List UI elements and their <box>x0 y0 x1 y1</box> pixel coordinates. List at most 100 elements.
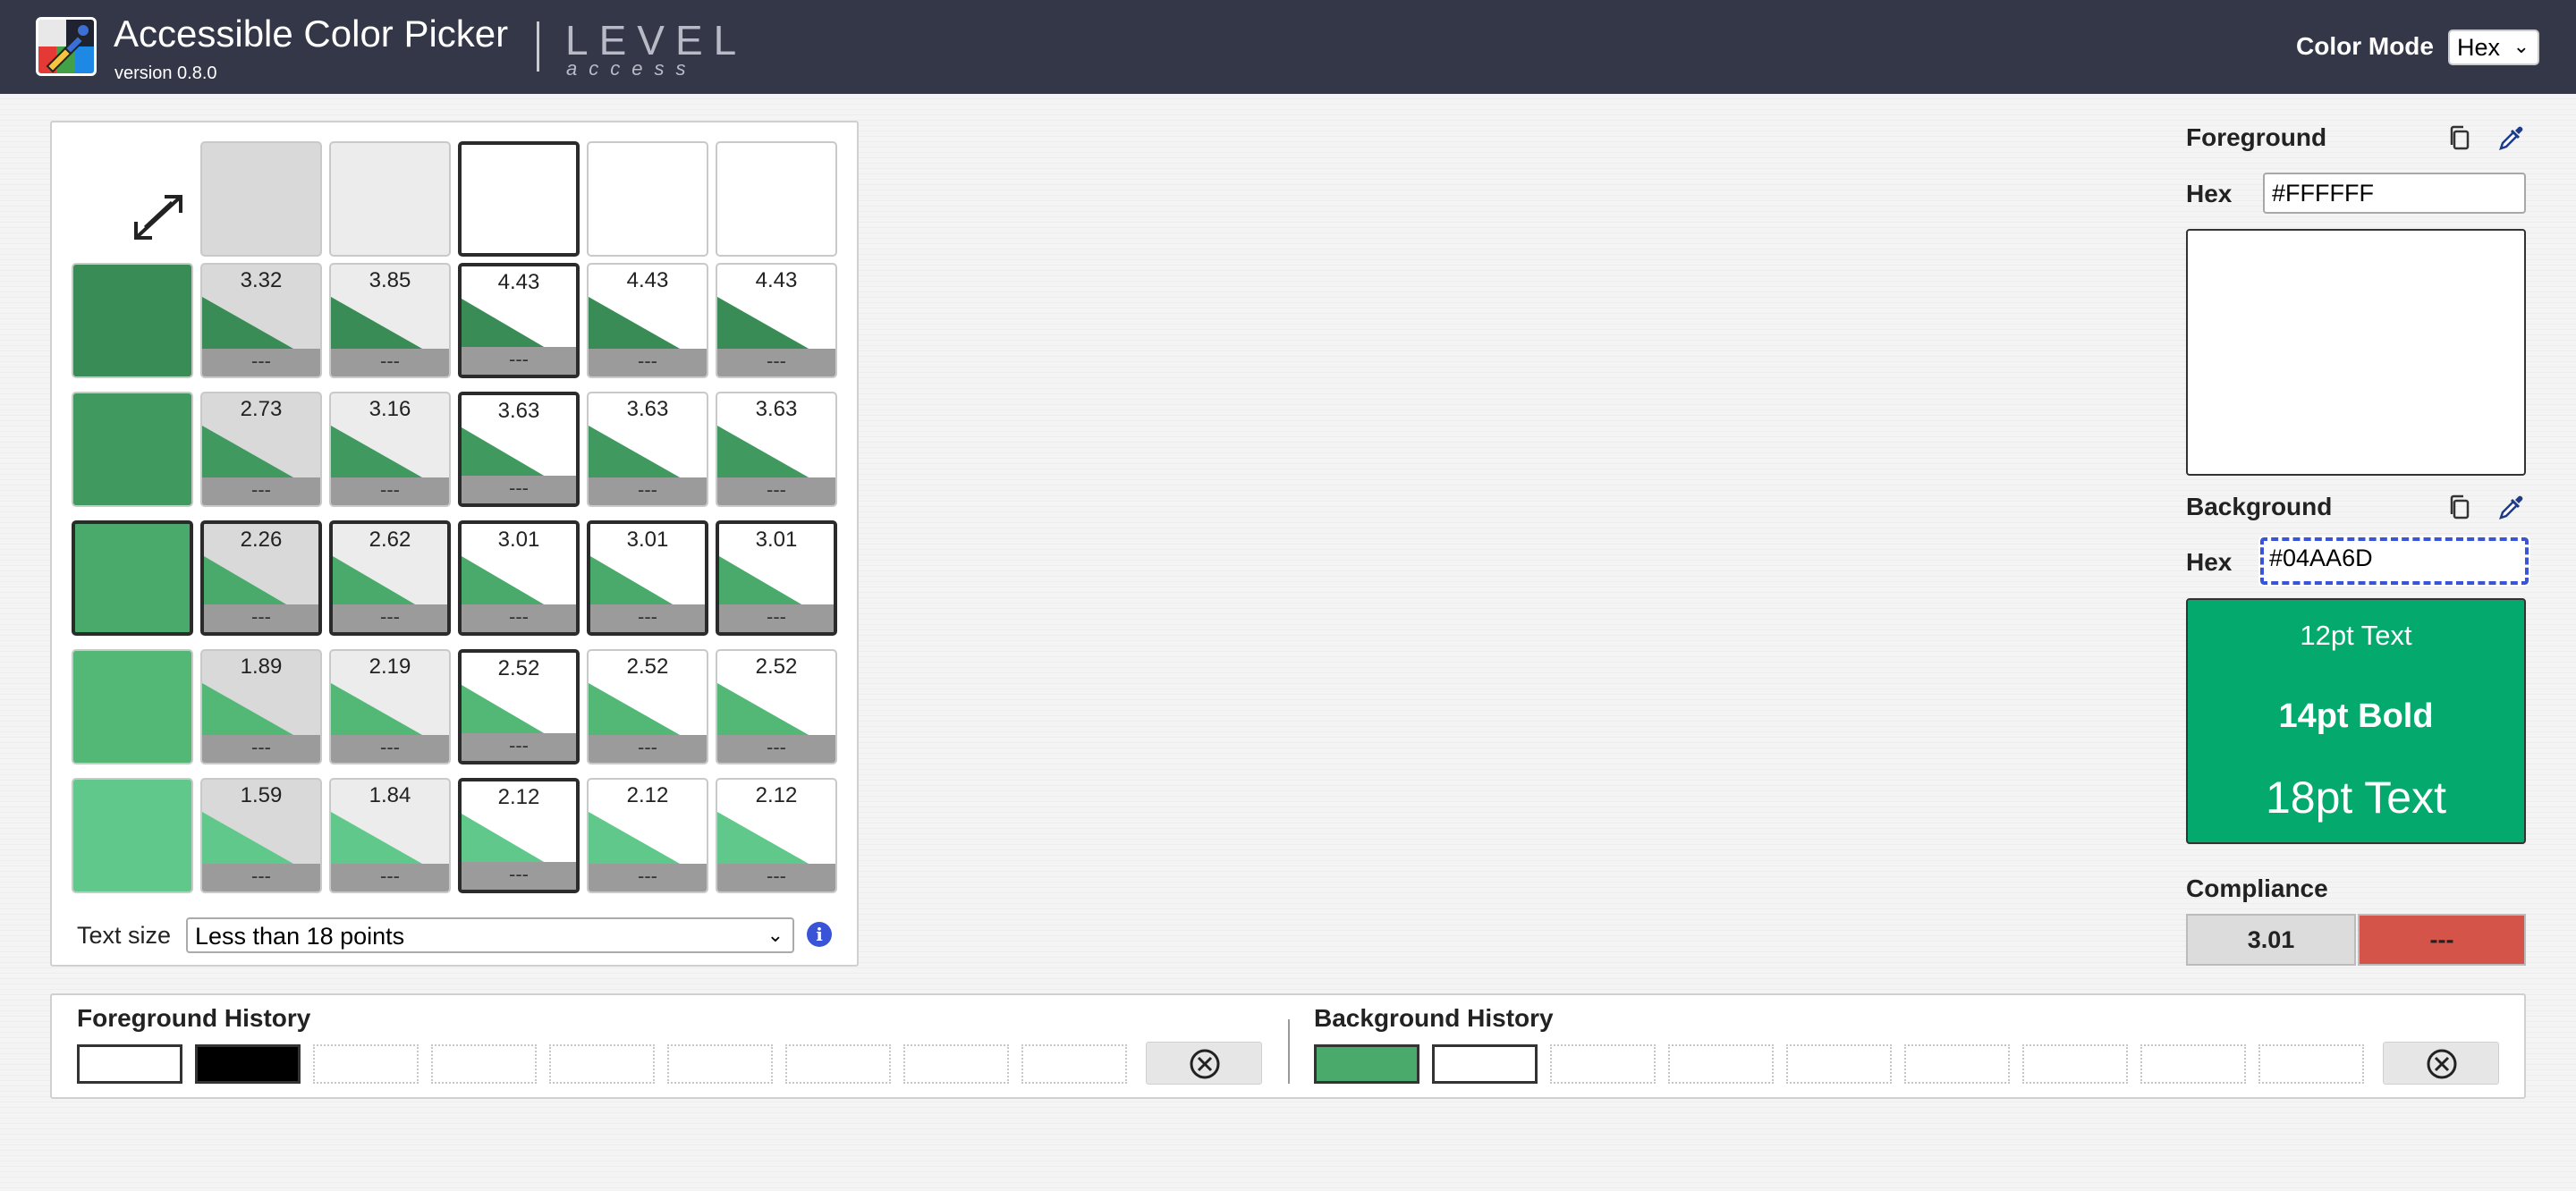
contrast-cell[interactable]: 1.89 --- <box>200 649 322 764</box>
contrast-cell[interactable]: 2.12 --- <box>587 778 708 893</box>
background-swatch-4[interactable] <box>72 649 193 764</box>
contrast-cell[interactable]: 2.12 --- <box>458 778 580 893</box>
swap-colors-icon[interactable] <box>131 191 186 243</box>
contrast-cell[interactable]: 3.32 --- <box>200 263 322 378</box>
contrast-cell[interactable]: 2.73 --- <box>200 392 322 507</box>
contrast-cell[interactable]: 2.62 --- <box>329 520 451 636</box>
contrast-cell[interactable]: 3.85 --- <box>329 263 451 378</box>
contrast-status-strip: --- <box>462 476 576 503</box>
foreground-swatch-5[interactable] <box>716 141 837 257</box>
contrast-status-strip: --- <box>462 347 576 375</box>
text-size-select[interactable]: Less than 18 points ⌄ <box>186 917 794 953</box>
background-history-slot <box>2258 1044 2364 1084</box>
background-swatch-5[interactable] <box>72 778 193 893</box>
contrast-sample-triangle <box>462 685 554 739</box>
contrast-ratio: 2.19 <box>369 655 411 679</box>
text-size-value: Less than 18 points <box>195 923 405 950</box>
eyedropper-icon[interactable] <box>2496 493 2526 523</box>
contrast-ratio: 2.52 <box>497 656 540 680</box>
background-history-slot <box>1786 1044 1892 1084</box>
contrast-sample-triangle <box>462 299 554 352</box>
foreground-history-slot[interactable] <box>77 1044 182 1084</box>
contrast-status-strip: --- <box>717 864 835 891</box>
foreground-swatch-2[interactable] <box>329 141 451 257</box>
contrast-cell[interactable]: 3.63 --- <box>716 392 837 507</box>
foreground-history-slot <box>549 1044 655 1084</box>
contrast-status-strip: --- <box>331 349 449 376</box>
clear-foreground-history-button[interactable] <box>1146 1042 1262 1085</box>
contrast-ratio: 2.12 <box>755 783 798 807</box>
info-icon[interactable]: i <box>807 922 832 947</box>
foreground-history-slot[interactable] <box>195 1044 301 1084</box>
foreground-hex-input[interactable]: #FFFFFF <box>2263 173 2526 214</box>
contrast-status-strip: --- <box>589 477 707 505</box>
foreground-swatch-1[interactable] <box>200 141 322 257</box>
eyedropper-icon[interactable] <box>2496 123 2526 154</box>
contrast-cell[interactable]: 2.52 --- <box>458 649 580 764</box>
contrast-cell[interactable]: 1.84 --- <box>329 778 451 893</box>
contrast-sample-triangle <box>589 683 683 737</box>
background-history-label: Background History <box>1314 1004 1554 1032</box>
background-history-slot[interactable] <box>1432 1044 1538 1084</box>
background-history-slot <box>1550 1044 1656 1084</box>
contrast-ratio: 4.43 <box>626 268 669 292</box>
contrast-cell[interactable]: 3.01 --- <box>458 520 580 636</box>
background-history-slot <box>2022 1044 2128 1084</box>
contrast-ratio: 4.43 <box>497 270 540 294</box>
foreground-swatch-3[interactable] <box>458 141 580 257</box>
preview-12pt-text: 12pt Text <box>2300 620 2412 651</box>
contrast-cell[interactable]: 4.43 --- <box>716 263 837 378</box>
contrast-sample-triangle <box>589 812 683 866</box>
clear-background-history-button[interactable] <box>2383 1042 2499 1085</box>
color-mode-select[interactable]: Hex ⌄ <box>2448 30 2539 65</box>
contrast-status-strip: --- <box>589 864 707 891</box>
contrast-ratio: 4.43 <box>755 268 798 292</box>
compliance-ratio: 3.01 <box>2186 914 2356 966</box>
contrast-status-strip: --- <box>462 604 576 632</box>
app-title: Accessible Color Picker <box>114 13 509 55</box>
contrast-cell[interactable]: 4.43 --- <box>458 263 580 378</box>
foreground-history-slot <box>431 1044 537 1084</box>
contrast-cell[interactable]: 2.12 --- <box>716 778 837 893</box>
copy-icon[interactable] <box>2445 123 2475 154</box>
contrast-cell[interactable]: 3.63 --- <box>458 392 580 507</box>
contrast-cell[interactable]: 2.19 --- <box>329 649 451 764</box>
foreground-history-slot <box>667 1044 773 1084</box>
foreground-swatch-4[interactable] <box>587 141 708 257</box>
contrast-cell[interactable]: 3.01 --- <box>716 520 837 636</box>
contrast-status-strip: --- <box>719 604 834 632</box>
contrast-status-strip: --- <box>717 477 835 505</box>
contrast-ratio: 2.52 <box>626 655 669 679</box>
contrast-status-strip: --- <box>331 735 449 763</box>
contrast-cell[interactable]: 3.01 --- <box>587 520 708 636</box>
app-version: version 0.8.0 <box>114 63 217 83</box>
copy-icon[interactable] <box>2445 493 2475 523</box>
contrast-sample-triangle <box>331 426 426 479</box>
contrast-status-strip: --- <box>589 349 707 376</box>
background-swatch-3[interactable] <box>72 520 193 636</box>
contrast-status-strip: --- <box>331 864 449 891</box>
background-swatch-1[interactable] <box>72 263 193 378</box>
foreground-history-label: Foreground History <box>77 1004 311 1032</box>
contrast-sample-triangle <box>589 426 683 479</box>
contrast-cell[interactable]: 2.52 --- <box>587 649 708 764</box>
preview-18pt-text: 18pt Text <box>2265 773 2446 823</box>
contrast-cell[interactable]: 3.16 --- <box>329 392 451 507</box>
contrast-cell[interactable]: 2.26 --- <box>200 520 322 636</box>
background-hex-input[interactable]: #04AA6D <box>2258 536 2530 587</box>
contrast-ratio: 2.62 <box>369 528 411 552</box>
foreground-history-slot <box>903 1044 1009 1084</box>
contrast-cell[interactable]: 2.52 --- <box>716 649 837 764</box>
contrast-sample-triangle <box>331 297 426 351</box>
contrast-cell[interactable]: 1.59 --- <box>200 778 322 893</box>
contrast-ratio: 2.73 <box>240 397 283 421</box>
contrast-ratio: 2.52 <box>755 655 798 679</box>
contrast-status-strip: --- <box>462 862 576 890</box>
background-swatch-2[interactable] <box>72 392 193 507</box>
contrast-sample-triangle <box>331 812 426 866</box>
contrast-cell[interactable]: 3.63 --- <box>587 392 708 507</box>
contrast-sample-triangle <box>202 812 297 866</box>
contrast-status-strip: --- <box>333 604 447 632</box>
contrast-cell[interactable]: 4.43 --- <box>587 263 708 378</box>
background-history-slot[interactable] <box>1314 1044 1419 1084</box>
